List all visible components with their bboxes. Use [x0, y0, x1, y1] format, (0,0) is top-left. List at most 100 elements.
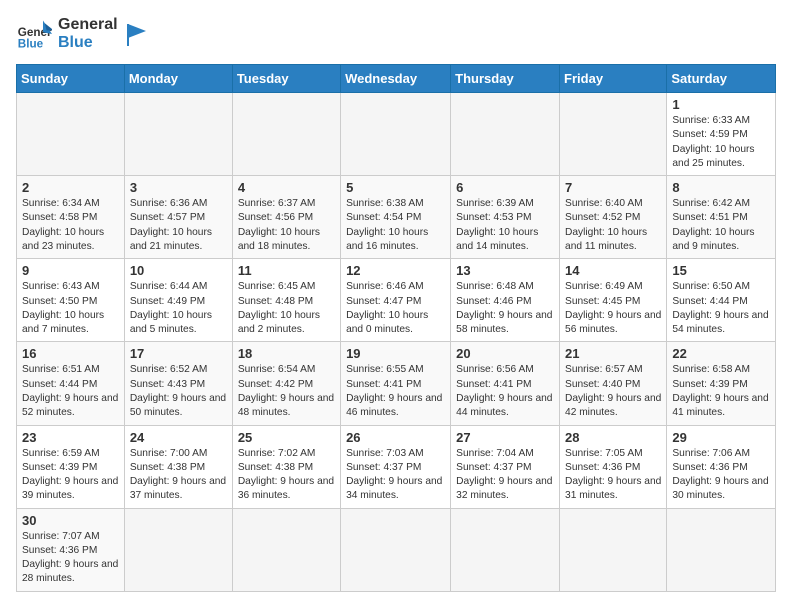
day-number: 17	[130, 346, 227, 361]
day-number: 4	[238, 180, 335, 195]
calendar-cell: 12 Sunrise: 6:46 AM Sunset: 4:47 PM Dayli…	[341, 259, 451, 342]
day-number: 2	[22, 180, 119, 195]
calendar-cell: 25Sunrise: 7:02 AM Sunset: 4:38 PM Dayli…	[232, 425, 340, 508]
calendar-cell	[451, 508, 560, 591]
calendar-cell: 18 Sunrise: 6:54 AM Sunset: 4:42 PM Dayli…	[232, 342, 340, 425]
day-number: 9	[22, 263, 119, 278]
day-info: Sunrise: 6:38 AM Sunset: 4:54 PM Dayligh…	[346, 197, 445, 254]
calendar-cell: 8Sunrise: 6:42 AM Sunset: 4:51 PM Daylig…	[667, 176, 776, 259]
calendar-header-row: SundayMondayTuesdayWednesdayThursdayFrid…	[17, 65, 776, 93]
day-info: Sunrise: 6:55 AM Sunset: 4:41 PM Dayligh…	[346, 363, 445, 420]
weekday-header-friday: Friday	[560, 65, 667, 93]
day-number: 16	[22, 346, 119, 361]
day-info: Sunrise: 6:34 AM Sunset: 4:58 PM Dayligh…	[22, 197, 119, 254]
calendar-week-row: 30Sunrise: 7:07 AM Sunset: 4:36 PM Dayli…	[17, 508, 776, 591]
logo-flag-icon	[124, 20, 152, 48]
calendar-cell: 3 Sunrise: 6:36 AM Sunset: 4:57 PM Daylig…	[124, 176, 232, 259]
calendar-cell: 4 Sunrise: 6:37 AM Sunset: 4:56 PM Daylig…	[232, 176, 340, 259]
day-info: Sunrise: 6:39 AM Sunset: 4:53 PM Dayligh…	[456, 197, 554, 254]
day-info: Sunrise: 6:46 AM Sunset: 4:47 PM Dayligh…	[346, 280, 445, 337]
day-number: 15	[672, 263, 770, 278]
calendar-week-row: 1 Sunrise: 6:33 AM Sunset: 4:59 PM Daylig…	[17, 93, 776, 176]
weekday-header-wednesday: Wednesday	[341, 65, 451, 93]
day-info: Sunrise: 6:33 AM Sunset: 4:59 PM Dayligh…	[672, 114, 770, 171]
day-number: 3	[130, 180, 227, 195]
day-number: 1	[672, 97, 770, 112]
calendar-cell: 7 Sunrise: 6:40 AM Sunset: 4:52 PM Daylig…	[560, 176, 667, 259]
day-number: 5	[346, 180, 445, 195]
weekday-header-tuesday: Tuesday	[232, 65, 340, 93]
day-info: Sunrise: 6:36 AM Sunset: 4:57 PM Dayligh…	[130, 197, 227, 254]
calendar-cell: 14Sunrise: 6:49 AM Sunset: 4:45 PM Dayli…	[560, 259, 667, 342]
calendar-cell: 6 Sunrise: 6:39 AM Sunset: 4:53 PM Daylig…	[451, 176, 560, 259]
logo: General Blue General Blue	[16, 16, 152, 52]
weekday-header-monday: Monday	[124, 65, 232, 93]
calendar-cell: 20Sunrise: 6:56 AM Sunset: 4:41 PM Dayli…	[451, 342, 560, 425]
weekday-header-thursday: Thursday	[451, 65, 560, 93]
calendar-cell	[232, 93, 340, 176]
svg-text:Blue: Blue	[18, 38, 44, 51]
calendar-cell: 30Sunrise: 7:07 AM Sunset: 4:36 PM Dayli…	[17, 508, 125, 591]
day-number: 7	[565, 180, 661, 195]
calendar-cell	[667, 508, 776, 591]
calendar-week-row: 2 Sunrise: 6:34 AM Sunset: 4:58 PM Daylig…	[17, 176, 776, 259]
day-number: 10	[130, 263, 227, 278]
logo-general: General	[58, 16, 118, 34]
calendar-cell	[451, 93, 560, 176]
day-info: Sunrise: 7:07 AM Sunset: 4:36 PM Dayligh…	[22, 530, 119, 587]
day-info: Sunrise: 7:06 AM Sunset: 4:36 PM Dayligh…	[672, 447, 770, 504]
day-number: 23	[22, 430, 119, 445]
calendar-cell: 10Sunrise: 6:44 AM Sunset: 4:49 PM Dayli…	[124, 259, 232, 342]
day-info: Sunrise: 6:51 AM Sunset: 4:44 PM Dayligh…	[22, 363, 119, 420]
day-number: 24	[130, 430, 227, 445]
day-number: 12	[346, 263, 445, 278]
day-info: Sunrise: 7:03 AM Sunset: 4:37 PM Dayligh…	[346, 447, 445, 504]
day-info: Sunrise: 6:50 AM Sunset: 4:44 PM Dayligh…	[672, 280, 770, 337]
calendar-cell: 22 Sunrise: 6:58 AM Sunset: 4:39 PM Dayli…	[667, 342, 776, 425]
day-number: 28	[565, 430, 661, 445]
day-info: Sunrise: 6:49 AM Sunset: 4:45 PM Dayligh…	[565, 280, 661, 337]
calendar-cell: 29Sunrise: 7:06 AM Sunset: 4:36 PM Dayli…	[667, 425, 776, 508]
calendar-cell	[560, 508, 667, 591]
day-info: Sunrise: 6:37 AM Sunset: 4:56 PM Dayligh…	[238, 197, 335, 254]
calendar-cell: 27 Sunrise: 7:04 AM Sunset: 4:37 PM Dayli…	[451, 425, 560, 508]
logo-icon: General Blue	[16, 16, 52, 52]
calendar-cell	[341, 93, 451, 176]
calendar-table: SundayMondayTuesdayWednesdayThursdayFrid…	[16, 64, 776, 592]
calendar-cell: 2 Sunrise: 6:34 AM Sunset: 4:58 PM Daylig…	[17, 176, 125, 259]
day-number: 26	[346, 430, 445, 445]
day-info: Sunrise: 6:43 AM Sunset: 4:50 PM Dayligh…	[22, 280, 119, 337]
day-number: 11	[238, 263, 335, 278]
day-info: Sunrise: 6:59 AM Sunset: 4:39 PM Dayligh…	[22, 447, 119, 504]
day-number: 27	[456, 430, 554, 445]
day-info: Sunrise: 6:52 AM Sunset: 4:43 PM Dayligh…	[130, 363, 227, 420]
day-number: 6	[456, 180, 554, 195]
calendar-cell: 11 Sunrise: 6:45 AM Sunset: 4:48 PM Dayli…	[232, 259, 340, 342]
calendar-cell: 23 Sunrise: 6:59 AM Sunset: 4:39 PM Dayli…	[17, 425, 125, 508]
calendar-cell	[341, 508, 451, 591]
day-info: Sunrise: 6:45 AM Sunset: 4:48 PM Dayligh…	[238, 280, 335, 337]
calendar-cell: 28Sunrise: 7:05 AM Sunset: 4:36 PM Dayli…	[560, 425, 667, 508]
day-info: Sunrise: 6:54 AM Sunset: 4:42 PM Dayligh…	[238, 363, 335, 420]
calendar-cell	[17, 93, 125, 176]
calendar-week-row: 9 Sunrise: 6:43 AM Sunset: 4:50 PM Daylig…	[17, 259, 776, 342]
day-number: 22	[672, 346, 770, 361]
day-info: Sunrise: 6:42 AM Sunset: 4:51 PM Dayligh…	[672, 197, 770, 254]
calendar-cell: 24 Sunrise: 7:00 AM Sunset: 4:38 PM Dayli…	[124, 425, 232, 508]
calendar-cell	[124, 508, 232, 591]
day-info: Sunrise: 6:48 AM Sunset: 4:46 PM Dayligh…	[456, 280, 554, 337]
day-info: Sunrise: 6:40 AM Sunset: 4:52 PM Dayligh…	[565, 197, 661, 254]
calendar-week-row: 23 Sunrise: 6:59 AM Sunset: 4:39 PM Dayli…	[17, 425, 776, 508]
calendar-cell: 9 Sunrise: 6:43 AM Sunset: 4:50 PM Daylig…	[17, 259, 125, 342]
calendar-week-row: 16 Sunrise: 6:51 AM Sunset: 4:44 PM Dayli…	[17, 342, 776, 425]
calendar-cell	[560, 93, 667, 176]
logo-blue: Blue	[58, 34, 118, 52]
day-info: Sunrise: 7:02 AM Sunset: 4:38 PM Dayligh…	[238, 447, 335, 504]
calendar-cell: 21Sunrise: 6:57 AM Sunset: 4:40 PM Dayli…	[560, 342, 667, 425]
day-info: Sunrise: 7:04 AM Sunset: 4:37 PM Dayligh…	[456, 447, 554, 504]
calendar-cell: 5 Sunrise: 6:38 AM Sunset: 4:54 PM Daylig…	[341, 176, 451, 259]
day-info: Sunrise: 7:00 AM Sunset: 4:38 PM Dayligh…	[130, 447, 227, 504]
day-number: 20	[456, 346, 554, 361]
day-info: Sunrise: 6:58 AM Sunset: 4:39 PM Dayligh…	[672, 363, 770, 420]
day-number: 18	[238, 346, 335, 361]
